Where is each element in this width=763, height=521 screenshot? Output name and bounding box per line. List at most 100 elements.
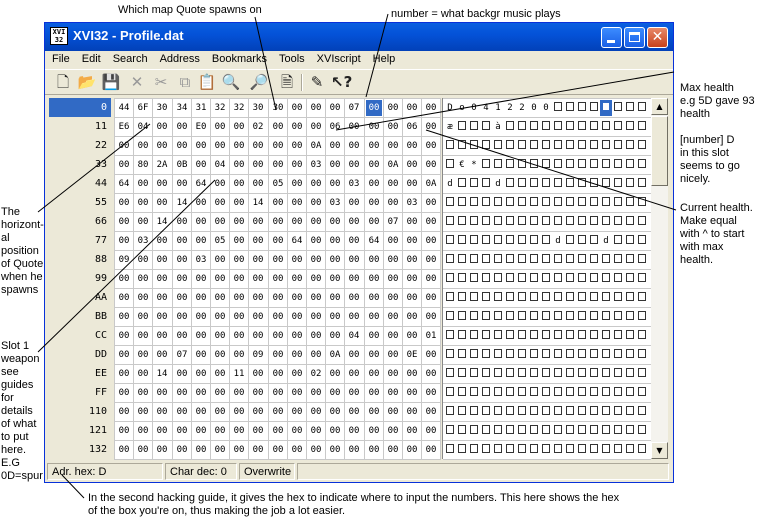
nonprintable-char-box[interactable]	[468, 366, 480, 382]
hex-cell[interactable]: 00	[193, 385, 209, 401]
nonprintable-char-box[interactable]	[528, 347, 540, 363]
scroll-up-button[interactable]: ▲	[651, 98, 668, 115]
hex-cell[interactable]: 00	[193, 195, 209, 211]
hex-cell[interactable]: 00	[385, 176, 401, 192]
nonprintable-char-box[interactable]	[564, 385, 576, 401]
nonprintable-char-box[interactable]	[636, 271, 648, 287]
hex-cell[interactable]: 00	[250, 233, 266, 249]
nonprintable-char-box[interactable]	[624, 138, 636, 154]
hex-cell[interactable]: 00	[212, 347, 228, 363]
nonprintable-char-box[interactable]	[624, 366, 636, 382]
hex-cell[interactable]: 00	[174, 176, 190, 192]
nonprintable-char-box[interactable]	[528, 423, 540, 439]
hex-cell[interactable]: 00	[116, 290, 132, 306]
hex-cell[interactable]: 00	[327, 233, 343, 249]
hex-cell[interactable]: 03	[327, 195, 343, 211]
hex-cell[interactable]: 00	[154, 423, 170, 439]
nonprintable-char-box[interactable]	[588, 309, 600, 325]
menu-address[interactable]: Address	[153, 51, 205, 65]
hex-cell[interactable]: 00	[385, 138, 401, 154]
hex-cell[interactable]: 00	[250, 176, 266, 192]
nonprintable-char-box[interactable]	[636, 157, 648, 173]
hex-cell[interactable]: 00	[423, 366, 439, 382]
hex-cell[interactable]: 0A	[308, 138, 324, 154]
hex-cell[interactable]: 00	[270, 423, 286, 439]
nonprintable-char-box[interactable]	[528, 366, 540, 382]
text-char[interactable]: d	[444, 176, 456, 192]
hex-cell[interactable]: 00	[327, 176, 343, 192]
hex-cell[interactable]: 00	[346, 347, 362, 363]
hex-cell[interactable]: 00	[385, 385, 401, 401]
nonprintable-char-box[interactable]	[576, 100, 588, 116]
hex-cell[interactable]: 00	[308, 195, 324, 211]
nonprintable-char-box[interactable]	[588, 347, 600, 363]
nonprintable-char-box[interactable]	[468, 119, 480, 135]
hex-cell[interactable]: 00	[385, 366, 401, 382]
nonprintable-char-box[interactable]	[564, 366, 576, 382]
hex-cell[interactable]: 00	[385, 119, 401, 135]
hex-cell[interactable]: 00	[366, 347, 382, 363]
nonprintable-char-box[interactable]	[444, 366, 456, 382]
hex-cell[interactable]: 00	[327, 214, 343, 230]
hex-cell[interactable]: 00	[404, 366, 420, 382]
nonprintable-char-box[interactable]	[480, 157, 492, 173]
nonprintable-char-box[interactable]	[504, 157, 516, 173]
nonprintable-char-box[interactable]	[468, 385, 480, 401]
hex-cell[interactable]: 00	[135, 195, 151, 211]
nonprintable-char-box[interactable]	[636, 328, 648, 344]
hex-cell[interactable]: 64	[116, 176, 132, 192]
nonprintable-char-box[interactable]	[480, 328, 492, 344]
hex-cell[interactable]: 00	[231, 328, 247, 344]
nonprintable-char-box[interactable]	[540, 366, 552, 382]
nonprintable-char-box[interactable]	[492, 423, 504, 439]
nonprintable-char-box[interactable]	[612, 119, 624, 135]
nonprintable-char-box[interactable]	[600, 100, 612, 116]
nonprintable-char-box[interactable]	[444, 442, 456, 458]
hex-cell[interactable]: 00	[385, 290, 401, 306]
hex-cell[interactable]: 00	[346, 119, 362, 135]
hex-cell[interactable]: 00	[404, 442, 420, 458]
hex-cell[interactable]: 00	[174, 233, 190, 249]
hex-cell[interactable]: 00	[289, 404, 305, 420]
nonprintable-char-box[interactable]	[456, 176, 468, 192]
hex-cell[interactable]: 00	[327, 385, 343, 401]
hex-cell[interactable]: 00	[135, 423, 151, 439]
hex-cell[interactable]: 00	[404, 271, 420, 287]
nonprintable-char-box[interactable]	[600, 328, 612, 344]
hex-cell[interactable]: 00	[289, 290, 305, 306]
hex-cell[interactable]: 03	[404, 195, 420, 211]
text-char[interactable]: d	[492, 176, 504, 192]
hex-cell[interactable]: 00	[193, 271, 209, 287]
hex-cell[interactable]: 00	[212, 119, 228, 135]
hex-cell[interactable]: 00	[116, 157, 132, 173]
nonprintable-char-box[interactable]	[636, 233, 648, 249]
hex-cell[interactable]: 00	[116, 138, 132, 154]
nonprintable-char-box[interactable]	[612, 252, 624, 268]
hex-cell[interactable]: 00	[289, 309, 305, 325]
hex-cell[interactable]: 00	[366, 290, 382, 306]
nonprintable-char-box[interactable]	[540, 309, 552, 325]
hex-cell[interactable]: 00	[327, 442, 343, 458]
nonprintable-char-box[interactable]	[468, 233, 480, 249]
nonprintable-char-box[interactable]	[516, 290, 528, 306]
hex-cell[interactable]: 00	[270, 385, 286, 401]
nonprintable-char-box[interactable]	[552, 366, 564, 382]
nonprintable-char-box[interactable]	[456, 119, 468, 135]
nonprintable-char-box[interactable]	[504, 271, 516, 287]
hex-cell[interactable]: 00	[346, 290, 362, 306]
nonprintable-char-box[interactable]	[588, 195, 600, 211]
hex-cell[interactable]: 00	[154, 442, 170, 458]
nonprintable-char-box[interactable]	[492, 271, 504, 287]
nonprintable-char-box[interactable]	[576, 404, 588, 420]
hex-cell[interactable]: 00	[423, 404, 439, 420]
hex-cell[interactable]: 00	[116, 366, 132, 382]
nonprintable-char-box[interactable]	[552, 309, 564, 325]
hex-cell[interactable]: 00	[212, 214, 228, 230]
nonprintable-char-box[interactable]	[504, 309, 516, 325]
hex-cell[interactable]: 00	[174, 271, 190, 287]
delete-icon[interactable]: ✕	[127, 73, 147, 91]
hex-cell[interactable]: 00	[231, 176, 247, 192]
nonprintable-char-box[interactable]	[444, 347, 456, 363]
hex-cell[interactable]: 00	[270, 138, 286, 154]
nonprintable-char-box[interactable]	[492, 157, 504, 173]
